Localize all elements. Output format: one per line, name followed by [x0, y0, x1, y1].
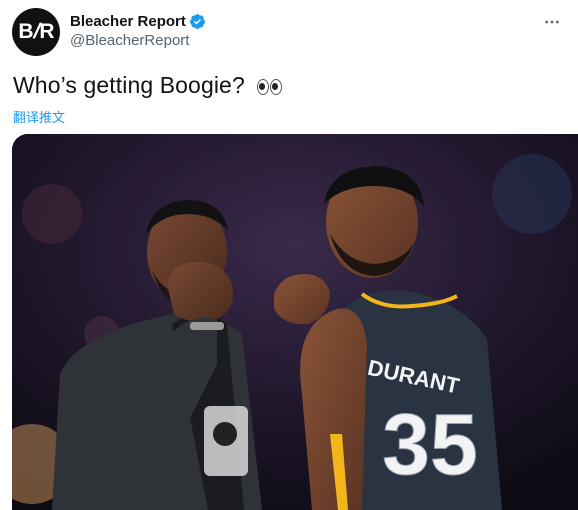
avatar-logo: B/R: [18, 20, 54, 43]
avatar[interactable]: B/R: [12, 8, 60, 56]
photo-illustration: DURANT 35: [12, 134, 578, 510]
eyes-emoji-icon: [257, 78, 283, 95]
tweet-photo[interactable]: DURANT 35: [12, 134, 578, 510]
tweet-header: B/R Bleacher Report @BleacherReport: [12, 8, 568, 56]
tweet-text: Who’s getting Boogie?: [13, 72, 283, 99]
more-options-icon[interactable]: [542, 12, 562, 32]
tweet-text-content: Who’s getting Boogie?: [13, 72, 245, 98]
translate-tweet-link[interactable]: 翻译推文: [13, 107, 65, 126]
display-name[interactable]: Bleacher Report: [70, 13, 186, 30]
handle[interactable]: @BleacherReport: [70, 32, 206, 49]
tweet: B/R Bleacher Report @BleacherReport Who’…: [0, 0, 578, 510]
jersey-number: 35: [382, 397, 478, 493]
author-info: Bleacher Report @BleacherReport: [70, 11, 206, 49]
verified-badge-icon: [189, 13, 205, 29]
